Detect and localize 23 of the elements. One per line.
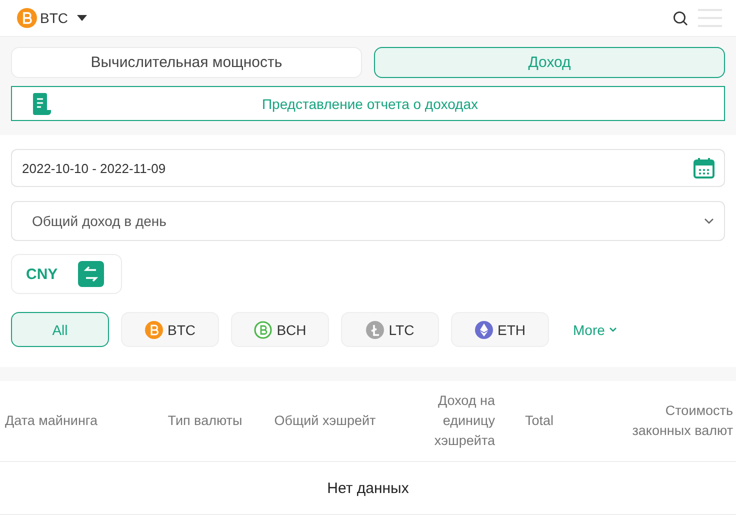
swap-icon[interactable]: [78, 261, 104, 287]
date-range-field[interactable]: 2022-10-10 - 2022-11-09: [11, 149, 725, 187]
column-header: Общий хэшрейт: [273, 412, 377, 430]
chevron-icon: [608, 327, 617, 332]
coin-filter[interactable]: BTC: [121, 312, 219, 347]
chevron-icon: [704, 218, 714, 224]
bitcoin-icon: [17, 8, 37, 28]
income-select[interactable]: Общий доход в день: [11, 201, 725, 241]
coin-filter[interactable]: BCH: [231, 312, 329, 347]
coin-selector[interactable]: BTC: [40, 10, 68, 26]
column-header: Total: [524, 412, 555, 430]
tab[interactable]: Вычислительная мощность: [11, 47, 362, 78]
coin-filter[interactable]: ETH: [451, 312, 549, 347]
search-icon[interactable]: [673, 10, 688, 26]
calendar-icon[interactable]: [693, 157, 715, 179]
empty-message: Нет данных: [327, 480, 409, 496]
coin-filter[interactable]: LTC: [341, 312, 439, 347]
column-header: Стоимость законных валют: [631, 402, 734, 440]
column-header: Тип валюты: [166, 412, 244, 430]
column-header: Доход на единицу хэшрейта: [433, 392, 495, 450]
column-header: Дата майнинга: [4, 412, 99, 430]
caret-icon[interactable]: [77, 15, 87, 21]
document-icon: [32, 92, 52, 114]
